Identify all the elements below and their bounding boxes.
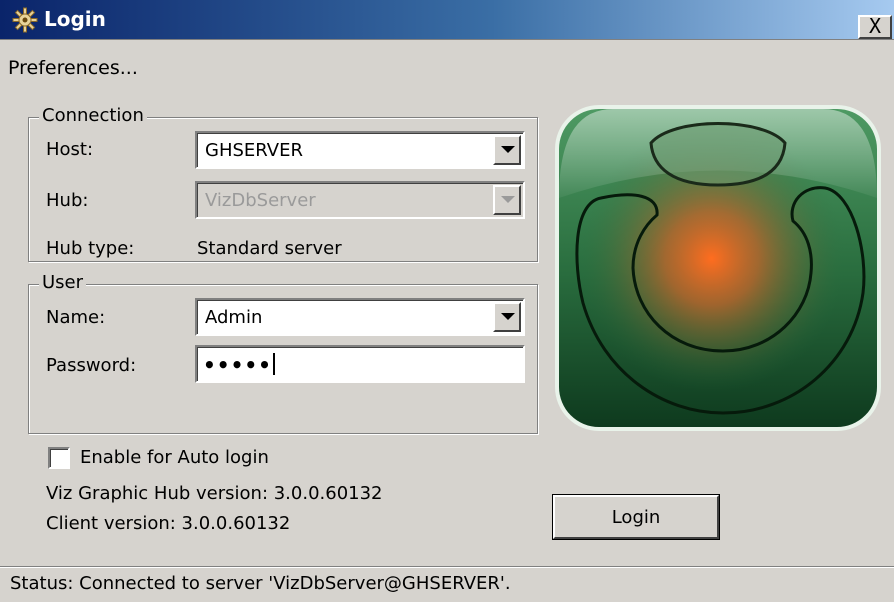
name-combobox[interactable]: Admin: [195, 298, 525, 336]
host-dropdown-arrow-icon[interactable]: [493, 135, 521, 165]
preferences-menu-item[interactable]: Preferences...: [8, 57, 138, 79]
hub-label: Hub:: [46, 190, 89, 211]
login-button[interactable]: Login: [553, 495, 719, 539]
client-version-text: Client version: 3.0.0.60132: [46, 513, 291, 534]
name-dropdown-arrow-icon[interactable]: [493, 302, 521, 332]
password-value: •••••: [203, 353, 272, 377]
host-label: Host:: [46, 139, 94, 160]
name-label: Name:: [46, 307, 106, 328]
host-value: GHSERVER: [205, 140, 303, 161]
hub-value: VizDbServer: [205, 190, 316, 211]
status-bar: Status: Connected to server 'VizDbServer…: [0, 566, 894, 602]
name-value: Admin: [205, 307, 263, 328]
auto-login-checkbox[interactable]: [48, 447, 70, 469]
connection-legend: Connection: [39, 105, 147, 126]
hub-type-value: Standard server: [197, 238, 342, 259]
hub-version-text: Viz Graphic Hub version: 3.0.0.60132: [46, 483, 383, 504]
gear-icon: [12, 7, 38, 33]
password-field[interactable]: •••••: [195, 345, 525, 383]
hub-dropdown-arrow-icon: [493, 185, 521, 215]
text-caret: [272, 353, 275, 375]
password-label: Password:: [46, 355, 137, 376]
status-text: Status: Connected to server 'VizDbServer…: [10, 573, 511, 594]
viz-graphic-hub-logo: [555, 105, 881, 431]
auto-login-label: Enable for Auto login: [80, 447, 269, 468]
host-combobox[interactable]: GHSERVER: [195, 131, 525, 169]
window-title: Login: [44, 7, 106, 31]
title-bar: Login X: [0, 0, 894, 40]
user-legend: User: [39, 272, 87, 293]
hub-combobox: VizDbServer: [195, 181, 525, 219]
hub-type-label: Hub type:: [46, 238, 135, 259]
close-button[interactable]: X: [858, 15, 892, 39]
